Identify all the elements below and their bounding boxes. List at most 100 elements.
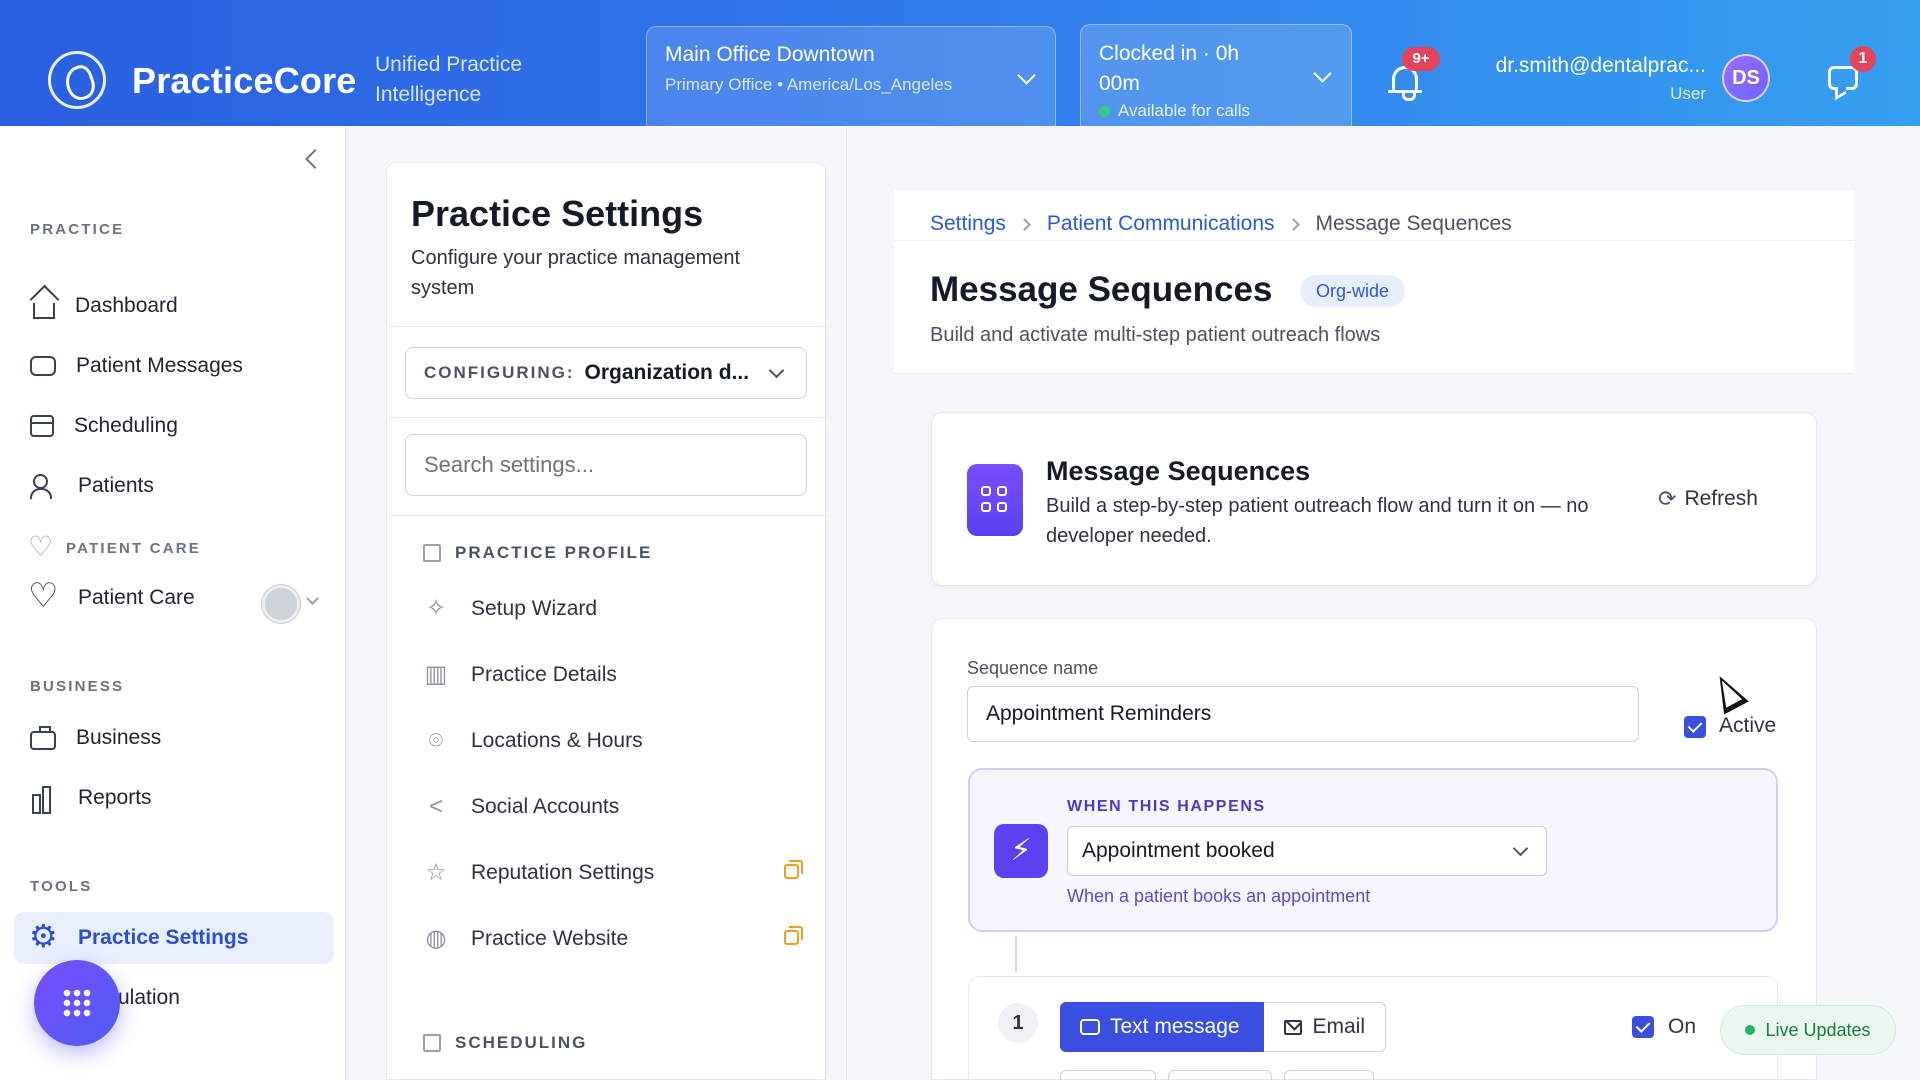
sidebar-item-label: Business: [76, 726, 162, 749]
trigger-help-text: When a patient books an appointment: [1067, 886, 1371, 906]
divider: [387, 326, 827, 327]
step-option-tab[interactable]: [1284, 1070, 1374, 1080]
sequence-name-input[interactable]: [967, 686, 1639, 742]
clock-status-selector[interactable]: Clocked in · 0h 00m Available for calls: [1080, 24, 1352, 128]
breadcrumb: Settings Patient Communications Message …: [930, 212, 1512, 236]
active-label[interactable]: Active: [1719, 714, 1776, 738]
section-label-patient-care: PATIENT CARE: [66, 540, 202, 557]
channel-email-tab[interactable]: Email: [1264, 1002, 1386, 1052]
sequence-name-label: Sequence name: [967, 658, 1099, 678]
step-on-label[interactable]: On: [1668, 1015, 1696, 1039]
live-updates-indicator: Live Updates: [1720, 1005, 1896, 1055]
location-selector[interactable]: Main Office Downtown Primary Office • Am…: [646, 26, 1056, 128]
building-icon: [423, 544, 441, 562]
breadcrumb-patient-communications[interactable]: Patient Communications: [1047, 212, 1275, 236]
step-on-checkbox[interactable]: [1632, 1016, 1654, 1038]
panel-title: Practice Settings: [411, 193, 704, 234]
group-label-text: PRACTICE PROFILE: [455, 543, 653, 562]
chat-icon[interactable]: [1828, 66, 1858, 90]
section-label-business: BUSINESS: [30, 678, 125, 695]
section-label-tools: TOOLS: [30, 878, 93, 895]
scope-badge: Org-wide: [1300, 275, 1406, 307]
live-dot-icon: [1745, 1025, 1756, 1035]
availability-status: Available for calls: [1099, 101, 1333, 121]
user-role: User: [1670, 84, 1706, 103]
trigger-select[interactable]: Appointment booked: [1067, 826, 1547, 876]
settings-item-social-accounts[interactable]: < Social Accounts: [423, 785, 803, 829]
flow-connector: [1015, 936, 1017, 972]
sidebar-item-label: Patient Care: [78, 586, 195, 609]
messages-badge: 1: [1850, 46, 1876, 72]
heart-section-icon: ♡: [28, 531, 54, 562]
page-title: Message Sequences: [930, 270, 1273, 309]
channel-label: Email: [1312, 1015, 1365, 1038]
message-icon: [1080, 1019, 1100, 1035]
settings-item-label: Locations & Hours: [471, 729, 643, 752]
trigger-select-value: Appointment booked: [1082, 839, 1275, 862]
users-icon: [30, 472, 58, 500]
lightning-bolt-icon: ⚡: [994, 824, 1048, 878]
step-option-tab[interactable]: [1060, 1070, 1156, 1080]
chevron-down-icon: [768, 362, 785, 379]
copy-icon[interactable]: [784, 926, 803, 945]
settings-item-label: Practice Details: [471, 663, 617, 686]
message-icon: [30, 356, 56, 376]
sparkles-icon: ✧: [425, 595, 447, 622]
top-header: PracticeCore Unified Practice Intelligen…: [0, 0, 1920, 128]
channel-text-message-tab[interactable]: Text message: [1060, 1002, 1264, 1052]
step-option-tab[interactable]: [1168, 1070, 1272, 1080]
search-settings-input[interactable]: [405, 434, 807, 496]
info-card-title: Message Sequences: [1046, 456, 1311, 486]
chevron-down-icon: [1512, 840, 1529, 857]
settings-item-label: Social Accounts: [471, 795, 620, 818]
breadcrumb-current: Message Sequences: [1315, 212, 1512, 235]
settings-item-label: Practice Website: [471, 927, 629, 950]
configuring-selector[interactable]: CONFIGURING: Organization d...: [405, 347, 807, 399]
sidebar: PRACTICE Dashboard Patient Messages Sche…: [0, 126, 346, 1080]
settings-item-setup-wizard[interactable]: ✧ Setup Wizard: [423, 587, 803, 631]
breadcrumb-settings[interactable]: Settings: [930, 212, 1006, 236]
practicecore-logo-icon[interactable]: [48, 51, 106, 109]
refresh-button[interactable]: ⟳ Refresh: [1658, 486, 1758, 512]
clock-status: Clocked in · 0h 00m: [1099, 42, 1240, 95]
settings-item-practice-details[interactable]: ▥ Practice Details: [423, 653, 803, 697]
collapse-sidebar-icon[interactable]: [305, 149, 325, 169]
grid-icon: [967, 464, 1023, 536]
sidebar-item-label: Reports: [78, 786, 152, 809]
sidebar-item-practice-settings[interactable]: Practice Settings: [14, 912, 334, 964]
settings-item-locations-hours[interactable]: ⌾ Locations & Hours: [423, 719, 803, 763]
location-name: Main Office Downtown: [665, 43, 875, 66]
sidebar-item-label: Dashboard: [75, 294, 178, 317]
settings-item-label: Setup Wizard: [471, 597, 598, 620]
sidebar-item-label: Patients: [78, 474, 154, 497]
group-label-text: SCHEDULING: [455, 1033, 588, 1052]
globe-icon: ◍: [425, 925, 447, 952]
gear-icon: [29, 917, 58, 955]
patient-care-toggle[interactable]: [262, 585, 300, 623]
user-email[interactable]: dr.smith@dentalprac...: [1478, 54, 1706, 78]
sidebar-item-business[interactable]: Business: [14, 712, 334, 764]
calendar-icon: [30, 415, 54, 437]
panel-subtitle: Configure your practice management syste…: [411, 247, 741, 299]
refresh-label: Refresh: [1684, 487, 1758, 510]
copy-icon[interactable]: [784, 860, 803, 879]
settings-item-practice-website[interactable]: ◍ Practice Website: [423, 917, 803, 961]
step-number: 1: [998, 1003, 1038, 1043]
apps-launcher-button[interactable]: [34, 960, 120, 1046]
sidebar-item-reports[interactable]: Reports: [14, 772, 334, 824]
sidebar-item-dashboard[interactable]: Dashboard: [14, 280, 334, 332]
share-icon: <: [428, 793, 443, 820]
divider: [387, 515, 827, 516]
status-dot-icon: [1099, 105, 1110, 117]
chevron-right-icon: [1286, 217, 1300, 231]
sidebar-item-patient-messages[interactable]: Patient Messages: [14, 340, 334, 392]
chevron-down-icon: [1313, 64, 1332, 83]
divider: [387, 417, 827, 418]
avatar[interactable]: DS: [1722, 54, 1770, 102]
active-checkbox[interactable]: [1684, 716, 1706, 738]
group-label-scheduling: SCHEDULING: [423, 1033, 587, 1053]
settings-item-reputation-settings[interactable]: ☆ Reputation Settings: [423, 851, 803, 895]
brand-name: PracticeCore: [132, 60, 357, 101]
sidebar-item-scheduling[interactable]: Scheduling: [14, 400, 334, 452]
sidebar-item-patients[interactable]: Patients: [14, 460, 334, 512]
